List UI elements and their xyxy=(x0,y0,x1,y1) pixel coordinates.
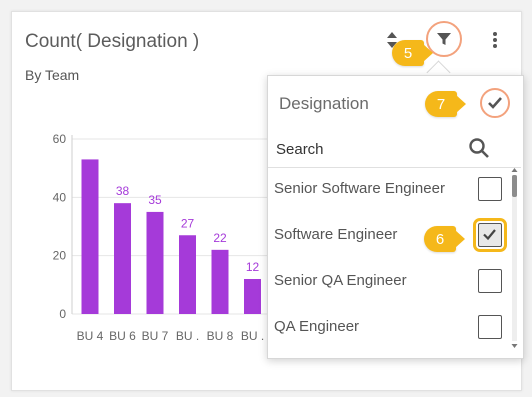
x-tick-label: BU 4 xyxy=(77,329,104,343)
option-checkbox[interactable] xyxy=(478,269,502,293)
data-label: 22 xyxy=(213,231,227,245)
scroll-track xyxy=(512,175,517,341)
search-row xyxy=(268,131,521,168)
data-label: 35 xyxy=(148,193,162,207)
check-icon xyxy=(488,97,502,109)
search-input[interactable] xyxy=(274,137,468,161)
y-tick-label: 20 xyxy=(53,249,67,263)
bar xyxy=(244,279,261,314)
x-tick-label: BU 7 xyxy=(142,329,169,343)
data-label: 38 xyxy=(116,184,130,198)
x-tick-label: BU 8 xyxy=(207,329,234,343)
option-qa-engineer[interactable]: QA Engineer xyxy=(268,307,508,347)
step-badge-7: 7 xyxy=(425,91,466,117)
data-label: 27 xyxy=(181,216,195,230)
option-software-engineer[interactable]: Software Engineer xyxy=(268,215,508,255)
check-icon xyxy=(483,229,496,241)
apply-filter-button[interactable] xyxy=(480,88,510,118)
option-senior-qa-engineer[interactable]: Senior QA Engineer xyxy=(268,261,508,301)
y-tick-label: 60 xyxy=(53,132,67,146)
bar xyxy=(81,159,99,314)
option-checkbox[interactable] xyxy=(478,177,502,201)
data-label: 12 xyxy=(246,260,260,274)
option-label: Software Engineer xyxy=(274,226,398,243)
option-checkbox[interactable] xyxy=(478,315,502,339)
magnifier-glyph xyxy=(469,138,489,158)
scroll-thumb[interactable] xyxy=(512,175,517,197)
bar xyxy=(114,203,131,314)
bar xyxy=(146,211,164,314)
bar xyxy=(211,249,229,314)
popup-title: Designation xyxy=(279,94,369,113)
bar xyxy=(179,235,196,314)
scrollbar[interactable] xyxy=(511,167,518,349)
option-label: Senior QA Engineer xyxy=(274,272,407,289)
step-badge-5: 5 xyxy=(392,40,433,66)
filter-popup: Designation Senior Software Engineer Sof… xyxy=(267,75,524,359)
x-tick-label: BU 6 xyxy=(109,329,136,343)
x-tick-label: BU . xyxy=(176,329,199,343)
y-tick-label: 40 xyxy=(53,190,67,204)
search-icon[interactable] xyxy=(468,137,492,161)
option-label: QA Engineer xyxy=(274,318,360,335)
y-tick-label: 0 xyxy=(59,307,66,321)
x-tick-label: BU . xyxy=(241,329,264,343)
option-senior-software-engineer[interactable]: Senior Software Engineer xyxy=(268,169,508,209)
step-badge-6: 6 xyxy=(424,226,465,252)
option-label: Senior Software Engineer xyxy=(274,180,445,197)
option-checkbox-checked[interactable] xyxy=(473,218,507,252)
